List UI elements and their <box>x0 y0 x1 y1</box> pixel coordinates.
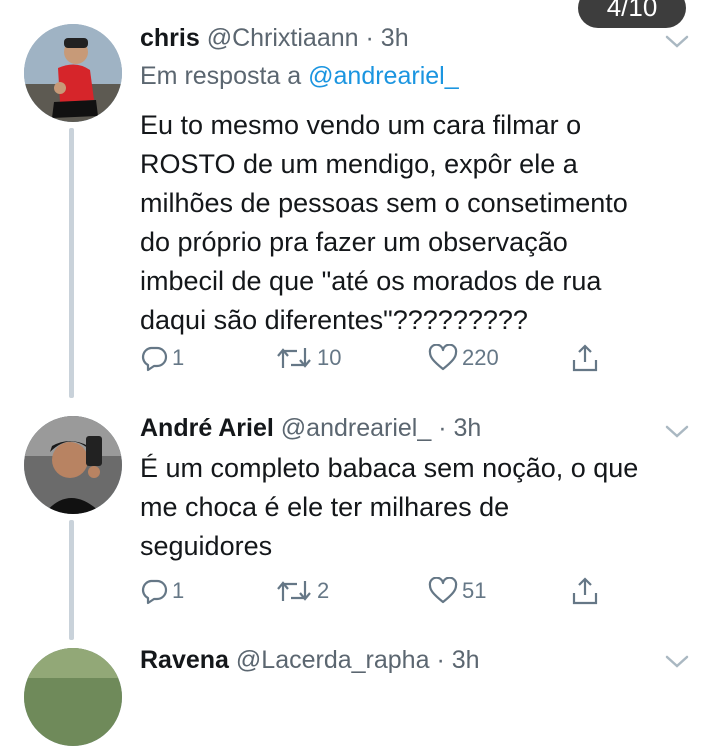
share-icon <box>572 577 598 605</box>
tweet-header: Ravena @Lacerda_rapha · 3h <box>140 646 480 675</box>
reply-icon <box>141 346 168 372</box>
user-handle[interactable]: @andreariel_ <box>281 414 431 442</box>
tweet-text: É um completo babaca sem noção, o que me… <box>140 453 639 561</box>
separator-dot: · <box>365 24 374 52</box>
tweet-text: Eu to mesmo vendo um cara filmar o ROSTO… <box>140 110 628 335</box>
chevron-down-icon[interactable] <box>664 34 690 50</box>
user-handle[interactable]: @Chrixtiaann <box>207 24 359 52</box>
share-icon <box>572 344 598 372</box>
share-button[interactable] <box>570 340 600 376</box>
like-count: 220 <box>462 345 499 370</box>
reply-count: 1 <box>172 578 185 603</box>
avatar[interactable] <box>24 416 122 514</box>
thread-line <box>69 128 74 398</box>
avatar[interactable] <box>24 24 122 122</box>
retweet-icon <box>277 581 311 601</box>
retweet-button[interactable]: 10 <box>275 340 341 376</box>
tweet-header: chris @Chrixtiaann · 3h <box>140 24 409 53</box>
like-count: 51 <box>462 578 487 603</box>
reply-icon <box>141 579 168 605</box>
reply-prefix: Em resposta a <box>140 62 302 90</box>
separator-dot: · <box>438 414 447 442</box>
reply-button[interactable]: 1 <box>140 340 184 376</box>
tweet-header: André Ariel @andreariel_ · 3h <box>140 414 481 443</box>
reply-button[interactable]: 1 <box>140 573 184 609</box>
tweet-actions: 1 2 51 <box>140 573 620 609</box>
timestamp[interactable]: 3h <box>381 24 409 52</box>
display-name[interactable]: chris <box>140 24 200 52</box>
heart-icon <box>428 344 458 371</box>
page-counter: 4/10 <box>578 0 686 28</box>
display-name[interactable]: André Ariel <box>140 414 274 442</box>
reply-context: Em resposta a @andreariel_ <box>140 62 459 91</box>
retweet-count: 2 <box>317 578 330 603</box>
retweet-count: 10 <box>317 345 342 370</box>
share-button[interactable] <box>570 573 600 609</box>
timestamp[interactable]: 3h <box>453 414 481 442</box>
chevron-down-icon[interactable] <box>664 424 690 440</box>
heart-icon <box>428 577 458 604</box>
avatar[interactable] <box>24 648 122 746</box>
thread-line <box>69 520 74 640</box>
retweet-button[interactable]: 2 <box>275 573 329 609</box>
reply-count: 1 <box>172 345 185 370</box>
chevron-down-icon[interactable] <box>664 654 690 670</box>
tweet-actions: 1 10 220 <box>140 340 620 376</box>
reply-to-link[interactable]: @andreariel_ <box>308 62 458 90</box>
retweet-icon <box>277 348 311 368</box>
like-button[interactable]: 220 <box>428 340 499 376</box>
like-button[interactable]: 51 <box>428 573 486 609</box>
